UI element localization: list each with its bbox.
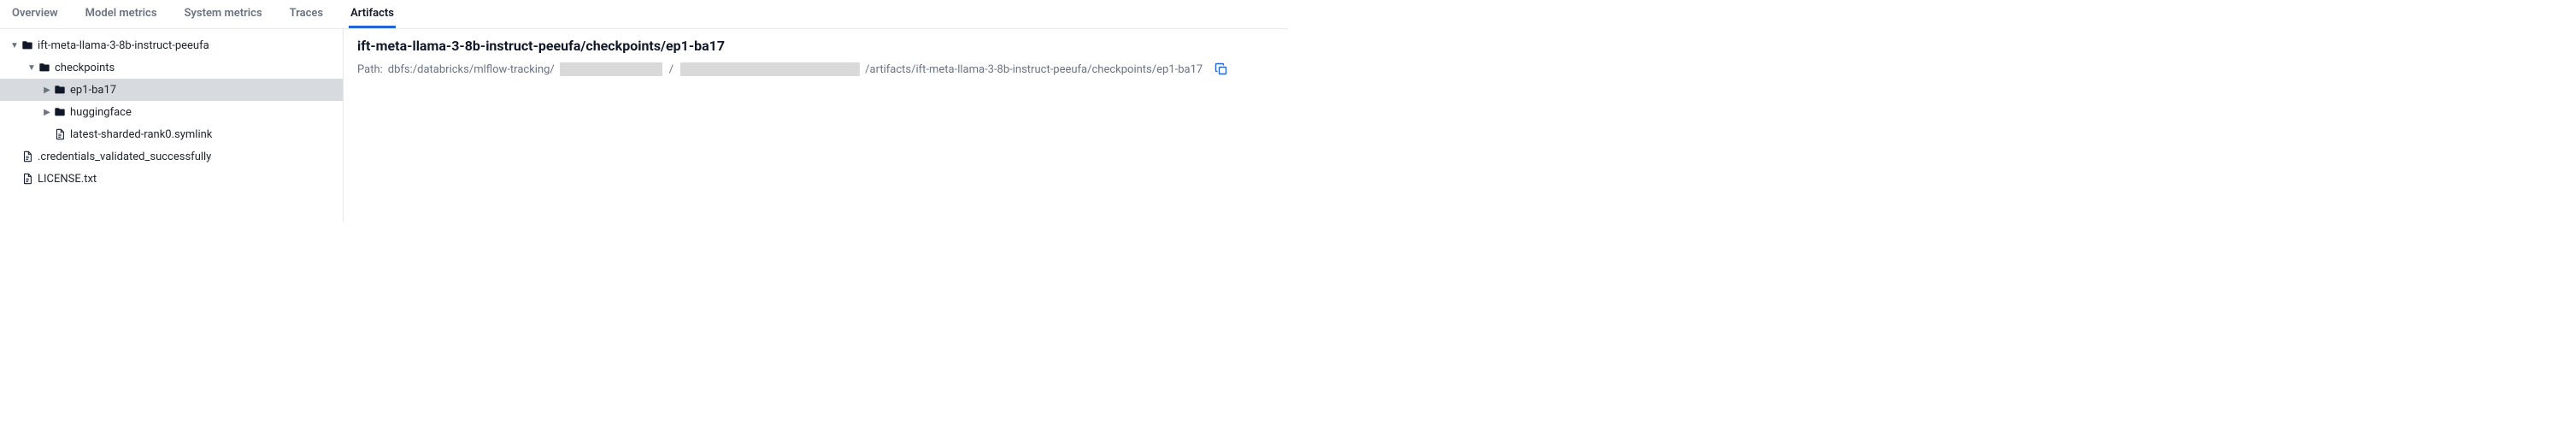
- tree-row-folder[interactable]: ▼ ift-meta-llama-3-8b-instruct-peeufa: [0, 34, 343, 56]
- folder-icon: [38, 62, 51, 74]
- tree-item-label: ep1-ba17: [70, 84, 116, 97]
- tree-item-label: ift-meta-llama-3-8b-instruct-peeufa: [38, 39, 209, 52]
- tree-item-label: latest-sharded-rank0.symlink: [70, 128, 212, 141]
- path-label: Path:: [357, 63, 383, 76]
- tab-traces[interactable]: Traces: [288, 0, 325, 28]
- folder-icon: [53, 106, 67, 118]
- artifact-title: ift-meta-llama-3-8b-instruct-peeufa/chec…: [357, 38, 1274, 54]
- tree-item-label: huggingface: [70, 106, 132, 119]
- tab-overview[interactable]: Overview: [10, 0, 60, 28]
- folder-icon: [53, 84, 67, 96]
- tree-row-file[interactable]: latest-sharded-rank0.symlink: [0, 123, 343, 145]
- artifact-detail: ift-meta-llama-3-8b-instruct-peeufa/chec…: [344, 29, 1288, 222]
- path-prefix: dbfs:/databricks/mlflow-tracking/: [388, 63, 555, 76]
- artifact-tree: ▼ ift-meta-llama-3-8b-instruct-peeufa ▼ che…: [0, 29, 344, 222]
- tree-row-file[interactable]: LICENSE.txt: [0, 168, 343, 190]
- tree-row-folder[interactable]: ▼ checkpoints: [0, 56, 343, 79]
- content-area: ▼ ift-meta-llama-3-8b-instruct-peeufa ▼ che…: [0, 29, 1288, 222]
- path-redacted-segment: [560, 62, 662, 76]
- file-icon: [21, 173, 34, 185]
- tree-item-label: checkpoints: [55, 62, 115, 74]
- tree-row-folder[interactable]: ▶ huggingface: [0, 101, 343, 123]
- copy-path-icon[interactable]: [1214, 62, 1228, 76]
- path-redacted-segment: [680, 62, 860, 76]
- chevron-right-icon[interactable]: ▶: [41, 108, 53, 117]
- path-separator: /: [668, 63, 675, 76]
- tab-artifacts[interactable]: Artifacts: [349, 0, 396, 28]
- chevron-right-icon[interactable]: ▶: [41, 86, 53, 95]
- chevron-down-icon[interactable]: ▼: [9, 41, 21, 50]
- tree-item-label: .credentials_validated_successfully: [38, 151, 211, 163]
- path-suffix: /artifacts/ift-meta-llama-3-8b-instruct-…: [865, 63, 1203, 76]
- tree-row-folder[interactable]: ▶ ep1-ba17: [0, 79, 343, 101]
- folder-icon: [21, 39, 34, 51]
- chevron-down-icon[interactable]: ▼: [26, 63, 38, 73]
- file-icon: [53, 128, 67, 140]
- tree-row-file[interactable]: .credentials_validated_successfully: [0, 145, 343, 168]
- artifact-path-row: Path: dbfs:/databricks/mlflow-tracking/ …: [357, 62, 1274, 76]
- file-icon: [21, 151, 34, 162]
- tree-item-label: LICENSE.txt: [38, 173, 97, 186]
- tabs-bar: Overview Model metrics System metrics Trace…: [0, 0, 1288, 29]
- tab-model-metrics[interactable]: Model metrics: [84, 0, 159, 28]
- tab-system-metrics[interactable]: System metrics: [183, 0, 264, 28]
